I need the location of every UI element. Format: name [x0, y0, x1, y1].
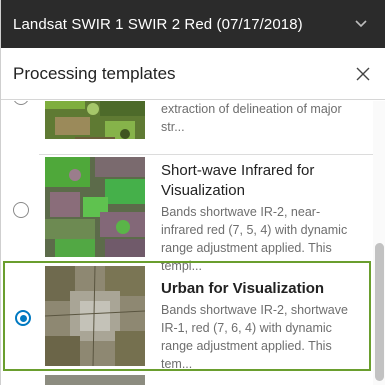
template-thumbnail	[45, 101, 145, 139]
scrollbar[interactable]	[373, 101, 385, 385]
layer-title: Landsat SWIR 1 SWIR 2 Red (07/17/2018)	[13, 15, 303, 33]
template-thumbnail	[45, 157, 145, 257]
template-title: Short-wave Infrared for Visualization	[161, 162, 315, 199]
template-radio[interactable]	[13, 101, 29, 105]
layer-selector[interactable]: Landsat SWIR 1 SWIR 2 Red (07/17/2018)	[1, 0, 385, 48]
template-radio-checked[interactable]	[15, 310, 31, 326]
template-thumbnail	[45, 375, 145, 385]
processing-templates-panel: Landsat SWIR 1 SWIR 2 Red (07/17/2018) P…	[0, 0, 385, 385]
panel-header: Processing templates	[1, 48, 385, 100]
panel-title: Processing templates	[13, 63, 176, 83]
template-thumbnail	[45, 266, 145, 366]
template-title: Urban for Visualization	[161, 280, 325, 297]
list-item[interactable]: enables easier visualization and extract…	[1, 101, 373, 151]
list-item-selected[interactable]: Urban for Visualization Bands shortwave …	[3, 261, 371, 371]
template-description: Bands shortwave IR-2, shortwave IR-1, re…	[161, 303, 348, 371]
chevron-down-icon[interactable]	[354, 17, 368, 31]
list-divider	[39, 154, 373, 155]
template-description: enables easier visualization and extract…	[161, 102, 342, 134]
template-list[interactable]: enables easier visualization and extract…	[1, 101, 385, 385]
list-item[interactable]: Short-wave Infrared for Visualization Ba…	[1, 157, 373, 273]
template-radio[interactable]	[13, 202, 29, 218]
scrollbar-thumb[interactable]	[375, 243, 384, 381]
close-icon[interactable]	[354, 65, 372, 83]
